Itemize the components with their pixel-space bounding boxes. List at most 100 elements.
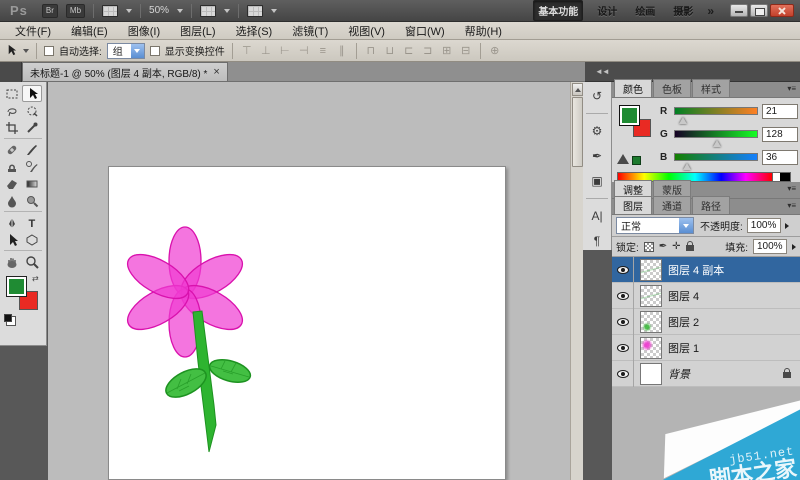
tab-swatches[interactable]: 色板 bbox=[653, 79, 691, 97]
green-slider[interactable] bbox=[674, 130, 758, 138]
align-left-icon[interactable]: ⊣ bbox=[297, 44, 311, 58]
gamut-color-cube[interactable] bbox=[632, 156, 641, 165]
tab-color[interactable]: 颜色 bbox=[614, 79, 652, 97]
layer-row[interactable]: 图层 1 bbox=[612, 335, 800, 361]
distribute-bottom-icon[interactable]: ⊏ bbox=[402, 44, 416, 58]
visibility-toggle[interactable] bbox=[612, 335, 634, 361]
auto-select-dropdown[interactable]: 组 bbox=[107, 43, 145, 59]
distribute-right-icon[interactable]: ⊟ bbox=[459, 44, 473, 58]
foreground-color-swatch[interactable] bbox=[619, 105, 640, 126]
distribute-vcenter-icon[interactable]: ⊔ bbox=[383, 44, 397, 58]
scrollbar-thumb[interactable] bbox=[572, 97, 583, 167]
workspace-photography-button[interactable]: 摄影 bbox=[669, 1, 697, 20]
zoom-tool[interactable] bbox=[22, 253, 42, 270]
history-brush-tool[interactable] bbox=[22, 158, 42, 175]
layer-thumbnail[interactable] bbox=[640, 311, 662, 333]
rectangular-marquee-tool[interactable] bbox=[2, 85, 22, 102]
red-slider[interactable] bbox=[674, 107, 758, 115]
workspace-design-button[interactable]: 设计 bbox=[593, 1, 621, 20]
zoom-level-dropdown[interactable]: 50% bbox=[149, 5, 169, 16]
lock-position-icon[interactable]: ✛ bbox=[672, 241, 680, 252]
dropdown-arrow-icon[interactable] bbox=[679, 218, 693, 233]
clone-source-panel-icon[interactable]: ▣ bbox=[587, 173, 607, 189]
blend-mode-dropdown[interactable]: 正常 bbox=[616, 217, 694, 234]
distribute-hcenter-icon[interactable]: ⊞ bbox=[440, 44, 454, 58]
quick-selection-tool[interactable] bbox=[22, 102, 42, 119]
close-tab-icon[interactable]: × bbox=[213, 67, 219, 77]
layer-name[interactable]: 图层 1 bbox=[668, 340, 699, 356]
menu-layer[interactable]: 图层(L) bbox=[171, 22, 224, 40]
view-extras-icon[interactable] bbox=[200, 5, 216, 17]
paragraph-panel-icon[interactable]: ¶ bbox=[587, 233, 607, 249]
opacity-scrubber-icon[interactable] bbox=[785, 223, 789, 229]
layer-name[interactable]: 图层 2 bbox=[668, 314, 699, 330]
distribute-top-icon[interactable]: ⊓ bbox=[364, 44, 378, 58]
menu-help[interactable]: 帮助(H) bbox=[456, 22, 511, 40]
layer-thumbnail[interactable] bbox=[640, 363, 662, 385]
minimize-button[interactable] bbox=[730, 4, 748, 17]
panel-menu-icon[interactable]: ▾≡ bbox=[787, 201, 796, 210]
tab-paths[interactable]: 路径 bbox=[692, 196, 730, 214]
blue-value-field[interactable]: 36 bbox=[762, 150, 798, 165]
panel-menu-icon[interactable]: ▾≡ bbox=[787, 184, 796, 193]
layer-row[interactable]: 图层 2 bbox=[612, 309, 800, 335]
history-panel-icon[interactable]: ↺ bbox=[587, 88, 607, 104]
tool-presets-panel-icon[interactable]: ⚙ bbox=[587, 123, 607, 139]
layer-row[interactable]: 图层 4 副本 bbox=[612, 257, 800, 283]
menu-window[interactable]: 窗口(W) bbox=[396, 22, 454, 40]
layer-thumbnail[interactable] bbox=[640, 285, 662, 307]
blue-slider[interactable] bbox=[674, 153, 758, 161]
tab-layers[interactable]: 图层 bbox=[614, 196, 652, 214]
layer-name[interactable]: 图层 4 bbox=[668, 288, 699, 304]
chevron-down-icon[interactable] bbox=[271, 9, 277, 13]
visibility-toggle[interactable] bbox=[612, 283, 634, 309]
align-hcenter-icon[interactable]: ≡ bbox=[316, 44, 330, 58]
menu-filter[interactable]: 滤镜(T) bbox=[283, 22, 337, 40]
workspace-overflow-button[interactable]: » bbox=[707, 4, 714, 18]
gradient-tool[interactable] bbox=[22, 175, 42, 192]
chevron-down-icon[interactable] bbox=[177, 9, 183, 13]
align-bottom-icon[interactable]: ⊢ bbox=[278, 44, 292, 58]
layer-name[interactable]: 背景 bbox=[668, 366, 690, 382]
crop-tool[interactable] bbox=[2, 119, 22, 136]
brushes-panel-icon[interactable]: ✒ bbox=[587, 148, 607, 164]
red-value-field[interactable]: 21 bbox=[762, 104, 798, 119]
mini-bridge-button[interactable]: Mb bbox=[66, 4, 85, 18]
chevron-down-icon[interactable] bbox=[224, 9, 230, 13]
layer-row-background[interactable]: 背景 bbox=[612, 361, 800, 387]
vertical-scrollbar[interactable] bbox=[570, 82, 583, 480]
green-slider-thumb[interactable] bbox=[713, 140, 721, 147]
tab-styles[interactable]: 样式 bbox=[692, 79, 730, 97]
align-vcenter-icon[interactable]: ⊥ bbox=[259, 44, 273, 58]
lock-transparency-icon[interactable] bbox=[644, 242, 654, 252]
dodge-tool[interactable] bbox=[22, 192, 42, 209]
blur-tool[interactable] bbox=[2, 192, 22, 209]
screen-mode-icon[interactable] bbox=[247, 5, 263, 17]
restore-button[interactable] bbox=[750, 4, 768, 17]
workspace-painting-button[interactable]: 绘画 bbox=[631, 1, 659, 20]
menu-file[interactable]: 文件(F) bbox=[6, 22, 60, 40]
align-right-icon[interactable]: ∥ bbox=[335, 44, 349, 58]
shape-tool[interactable] bbox=[22, 231, 42, 248]
default-colors-icon[interactable] bbox=[4, 314, 12, 322]
scroll-up-arrow-icon[interactable] bbox=[572, 83, 583, 96]
layer-thumbnail[interactable] bbox=[640, 337, 662, 359]
pen-tool[interactable] bbox=[2, 214, 22, 231]
visibility-toggle[interactable] bbox=[612, 309, 634, 335]
align-top-icon[interactable]: ⊤ bbox=[240, 44, 254, 58]
menu-image[interactable]: 图像(I) bbox=[119, 22, 169, 40]
workspace-essentials-button[interactable]: 基本功能 bbox=[533, 0, 583, 21]
visibility-toggle[interactable] bbox=[612, 361, 634, 387]
auto-select-checkbox[interactable] bbox=[44, 46, 54, 56]
tool-preset-chevron-icon[interactable] bbox=[23, 49, 29, 53]
spot-healing-brush-tool[interactable] bbox=[2, 141, 22, 158]
menu-view[interactable]: 视图(V) bbox=[339, 22, 394, 40]
eraser-tool[interactable] bbox=[2, 175, 22, 192]
path-selection-tool[interactable] bbox=[2, 231, 22, 248]
lasso-tool[interactable] bbox=[2, 102, 22, 119]
menu-edit[interactable]: 编辑(E) bbox=[62, 22, 117, 40]
blue-slider-thumb[interactable] bbox=[683, 163, 691, 170]
distribute-left-icon[interactable]: ⊐ bbox=[421, 44, 435, 58]
bridge-button[interactable]: Br bbox=[42, 4, 58, 18]
auto-align-layers-icon[interactable]: ⊕ bbox=[488, 44, 502, 58]
